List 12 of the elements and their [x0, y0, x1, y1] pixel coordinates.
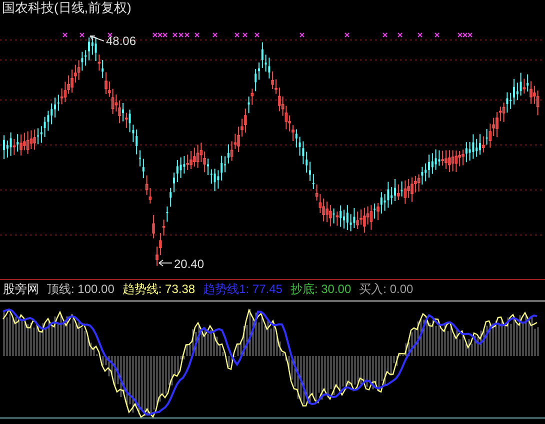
indicator-value: 买入: 0.00: [359, 282, 414, 296]
indicator-value: 抄底: 30.00: [290, 282, 352, 296]
arrow-icon: [158, 260, 172, 266]
indicator-value: 趋势线1: 77.45: [203, 282, 282, 296]
candle: [152, 214, 155, 239]
arrow-icon: [90, 36, 104, 42]
high-price-label: 48.06: [106, 34, 136, 48]
low-price-label: 20.40: [174, 257, 204, 271]
indicator-value: 趋势线: 73.38: [122, 282, 196, 296]
indicator-value: 顶线: 100.00: [47, 282, 114, 296]
indicator-name: 股旁网: [3, 282, 39, 296]
chart-title: 国农科技(日线,前复权): [2, 1, 132, 15]
